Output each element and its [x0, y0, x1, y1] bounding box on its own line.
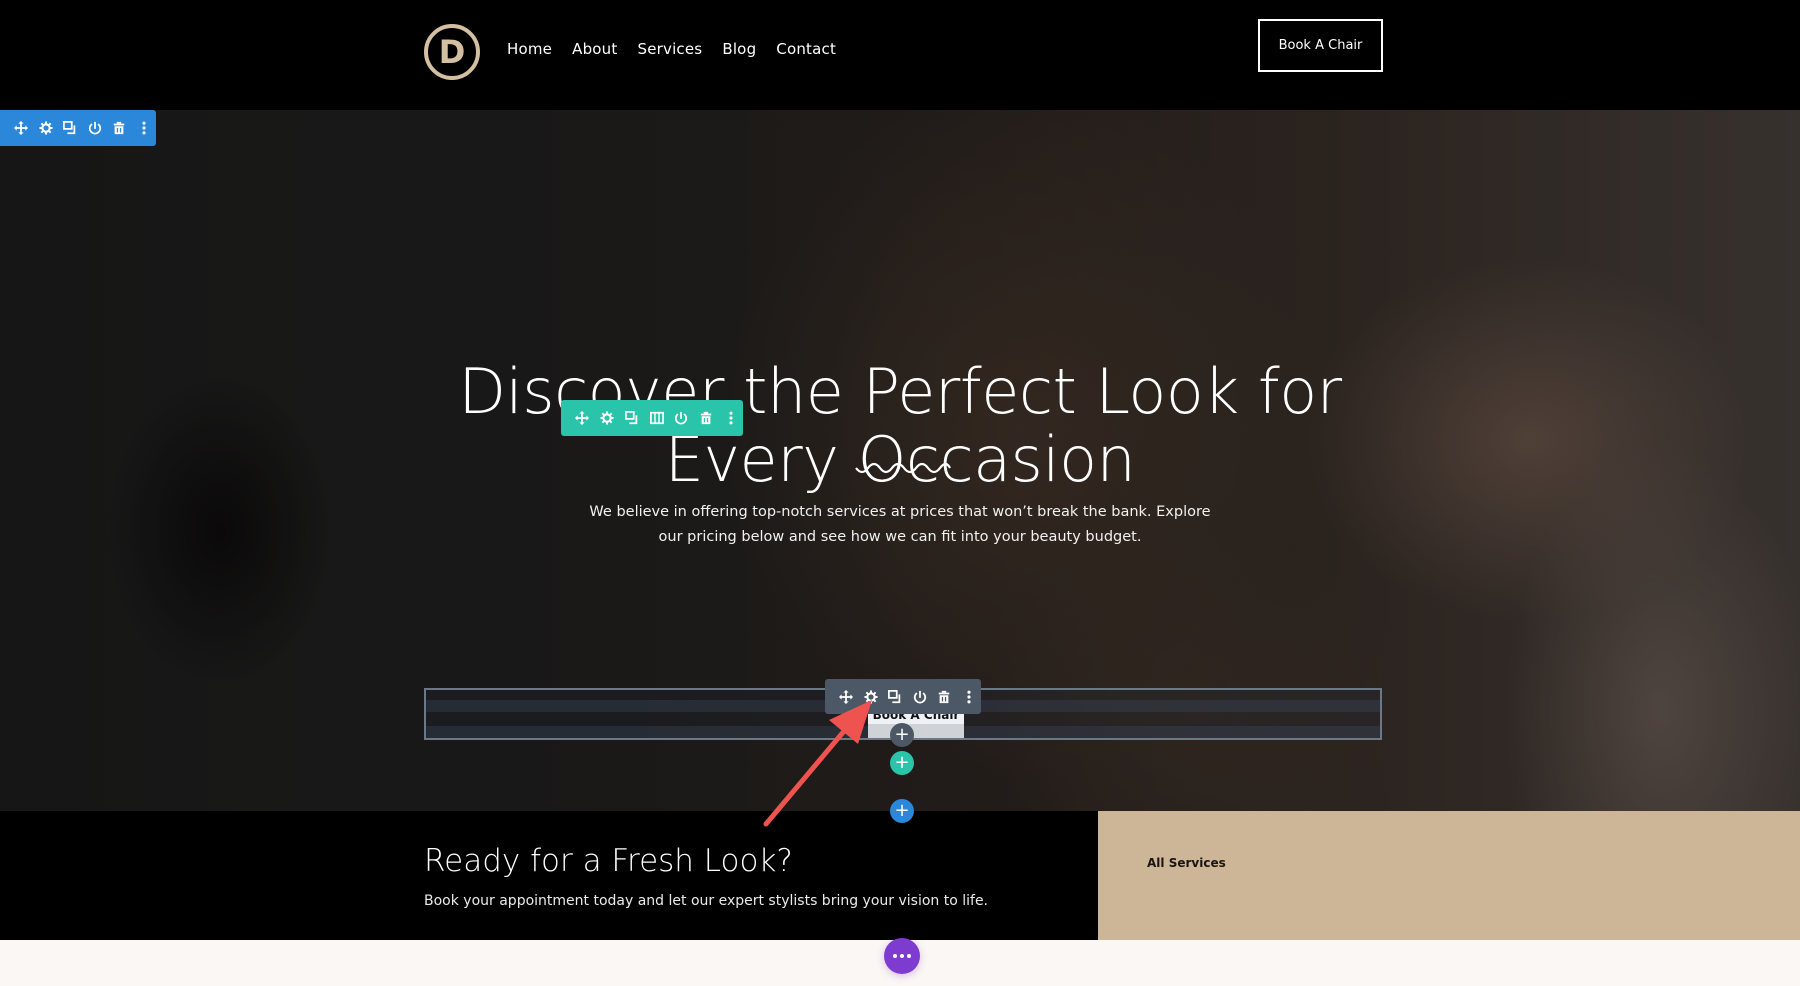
dot-icon [893, 954, 897, 958]
move-icon[interactable] [834, 679, 859, 715]
module-toolbar [825, 679, 981, 714]
cta-description: Book your appointment today and let our … [424, 893, 989, 909]
squiggle-divider-icon [855, 462, 951, 474]
trash-icon[interactable] [694, 400, 719, 436]
more-icon[interactable] [718, 400, 743, 436]
add-section-button[interactable]: + [890, 799, 914, 823]
columns-icon[interactable] [644, 400, 669, 436]
gear-icon[interactable] [859, 679, 884, 715]
nav-home[interactable]: Home [507, 40, 552, 58]
move-icon[interactable] [570, 400, 595, 436]
duplicate-icon[interactable] [619, 400, 644, 436]
more-icon[interactable] [957, 679, 982, 715]
cta-section: Ready for a Fresh Look? Book your appoin… [0, 811, 1800, 940]
main-nav: Home About Services Blog Contact [507, 40, 836, 58]
trash-icon[interactable] [932, 679, 957, 715]
move-icon[interactable] [9, 110, 34, 146]
duplicate-icon[interactable] [58, 110, 83, 146]
dot-icon [900, 954, 904, 958]
add-row-button[interactable]: + [890, 751, 914, 775]
power-icon[interactable] [908, 679, 933, 715]
dot-icon [907, 954, 911, 958]
hero-description: We believe in offering top-notch service… [589, 504, 1211, 545]
power-icon[interactable] [83, 110, 108, 146]
more-icon[interactable] [132, 110, 157, 146]
book-a-chair-header-button[interactable]: Book A Chair [1258, 19, 1383, 72]
cta-title: Ready for a Fresh Look? [424, 843, 793, 879]
add-module-button[interactable]: + [890, 723, 914, 747]
cta-tan-panel: All Services [1098, 811, 1800, 940]
gear-icon[interactable] [34, 110, 59, 146]
site-header: D Home About Services Blog Contact Book … [0, 0, 1800, 110]
row-toolbar [561, 400, 743, 436]
nav-about[interactable]: About [572, 40, 617, 58]
trash-icon[interactable] [107, 110, 132, 146]
nav-services[interactable]: Services [637, 40, 702, 58]
nav-blog[interactable]: Blog [722, 40, 756, 58]
all-services-link[interactable]: All Services [1147, 856, 1226, 870]
power-icon[interactable] [669, 400, 694, 436]
nav-contact[interactable]: Contact [776, 40, 836, 58]
gear-icon[interactable] [595, 400, 620, 436]
page-settings-button[interactable] [884, 938, 920, 974]
page: D Home About Services Blog Contact Book … [0, 0, 1800, 986]
logo[interactable]: D [424, 24, 480, 80]
duplicate-icon[interactable] [883, 679, 908, 715]
section-toolbar [0, 110, 156, 146]
